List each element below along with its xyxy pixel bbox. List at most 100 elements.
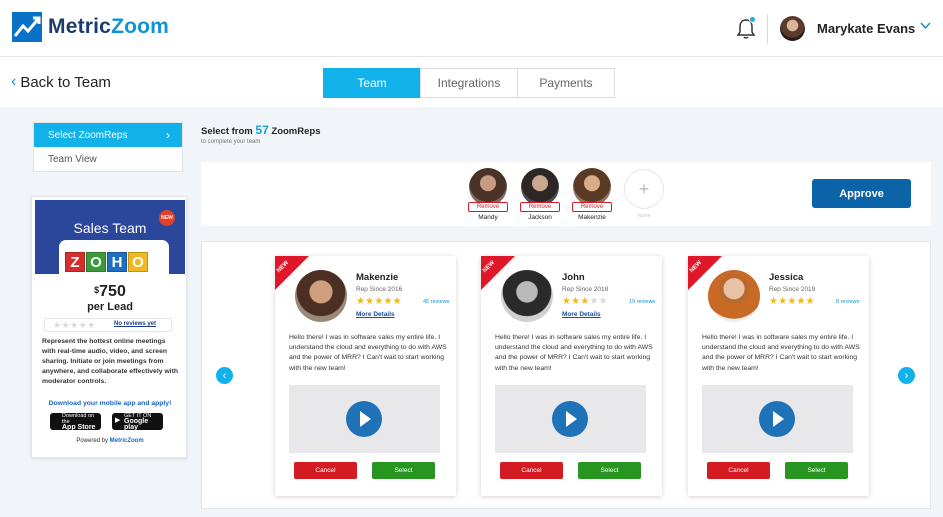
logo-letter: O [86, 252, 106, 272]
member-avatar [521, 168, 559, 206]
rating-stars-icon: ★★★★★ [356, 296, 402, 307]
google-play-label: Google play [124, 417, 149, 431]
review-count[interactable]: 19 reviews [629, 299, 655, 305]
carousel-prev-arrow-icon[interactable]: ‹ [216, 367, 233, 384]
per-lead-label: per Lead [87, 301, 133, 313]
select-button[interactable]: Select [578, 462, 641, 479]
sidebar-menu: Select ZoomReps › Team View [33, 122, 183, 172]
new-badge: NEW [159, 210, 175, 226]
powered-by: Powered by MetricZoom [76, 438, 144, 444]
team-member: Remove Jackson [517, 168, 563, 221]
play-icon[interactable] [552, 401, 588, 437]
team-member: Remove Mandy [465, 168, 511, 221]
brand-logo[interactable]: MetricZoom [12, 12, 169, 42]
download-cta[interactable]: Download your mobile app and apply! [32, 400, 188, 407]
brand-name: MetricZoom [48, 15, 170, 38]
approve-button[interactable]: Approve [812, 179, 911, 208]
rep-carousel: ‹ › NEW Makenzie Rep Since 2016 ★★★★★ 45… [201, 241, 931, 509]
rep-count: 57 [255, 123, 269, 137]
more-details-link[interactable]: More Details [562, 311, 601, 318]
logo-letter: H [107, 252, 127, 272]
tab-team[interactable]: Team [323, 68, 421, 98]
tab-payments[interactable]: Payments [517, 68, 615, 98]
rep-since: Rep Since 2019 [769, 286, 816, 293]
video-player[interactable] [289, 385, 440, 453]
member-name: Mandy [478, 214, 498, 221]
video-player[interactable] [702, 385, 853, 453]
rating-stars-icon: ★★★★★ [769, 296, 815, 307]
member-avatar [573, 168, 611, 206]
reviews-box: ★★★★★ No reviews yet [44, 318, 172, 332]
member-name: Makenzie [578, 214, 606, 221]
review-count[interactable]: 45 reviews [423, 299, 449, 305]
app-store-button[interactable]: Download on the App Store [50, 412, 101, 431]
cancel-button[interactable]: Cancel [294, 462, 357, 479]
logo-letter: O [128, 252, 148, 272]
chevron-left-icon: ‹ [11, 73, 17, 90]
rep-card: NEW John Rep Since 2018 ★★★★★ 19 reviews… [481, 256, 662, 496]
app-store-label: App Store [62, 423, 96, 431]
user-name[interactable]: Marykate Evans [817, 21, 915, 36]
plus-icon: + [638, 178, 650, 199]
user-avatar[interactable] [780, 16, 805, 41]
member-avatar [469, 168, 507, 206]
carousel-next-arrow-icon[interactable]: › [898, 367, 915, 384]
rep-name: Jessica [769, 272, 804, 283]
rep-since: Rep Since 2018 [562, 286, 609, 293]
no-reviews-link[interactable]: No reviews yet [114, 321, 156, 327]
rep-bio: Hello there! I was in software sales my … [289, 334, 447, 372]
rep-bio: Hello there! I was in software sales my … [495, 334, 653, 372]
rep-since: Rep Since 2016 [356, 286, 403, 293]
rep-card: NEW Makenzie Rep Since 2016 ★★★★★ 45 rev… [275, 256, 456, 496]
play-icon[interactable] [346, 401, 382, 437]
header-divider [767, 14, 768, 44]
cancel-button[interactable]: Cancel [707, 462, 770, 479]
video-player[interactable] [495, 385, 646, 453]
select-button[interactable]: Select [372, 462, 435, 479]
promo-description: Represent the hottest online meetings wi… [42, 338, 178, 385]
selected-team-bar: Remove Mandy Remove Jackson Remove Maken… [201, 162, 931, 226]
rep-photo [295, 270, 347, 322]
rep-bio: Hello there! I was in software sales my … [702, 334, 860, 372]
sub-navigation: ‹ Back to Team Team Integrations Payment… [0, 57, 943, 107]
cancel-button[interactable]: Cancel [500, 462, 563, 479]
select-button[interactable]: Select [785, 462, 848, 479]
chevron-down-icon[interactable] [920, 22, 931, 30]
google-play-button[interactable]: ▶ GET IT ON Google play [112, 413, 163, 431]
notification-dot [749, 16, 756, 23]
price: $750 [94, 283, 126, 300]
empty-stars-icon: ★★★★★ [53, 320, 96, 330]
member-name: Jackson [528, 214, 552, 221]
app-store-small: Download on the [62, 412, 95, 425]
remove-button[interactable]: Remove [572, 202, 612, 212]
rep-name: John [562, 272, 585, 283]
sidebar-item-select-zoomreps[interactable]: Select ZoomReps › [34, 123, 182, 147]
play-icon[interactable] [759, 401, 795, 437]
remove-button[interactable]: Remove [520, 202, 560, 212]
tab-bar: Team Integrations Payments [323, 68, 615, 98]
more-details-link[interactable]: More Details [356, 311, 395, 318]
rep-photo [708, 270, 760, 322]
back-label: Back to Team [20, 73, 111, 91]
sidebar-item-label: Team View [48, 153, 97, 165]
logo-letter: Z [65, 252, 85, 272]
logo-mark-icon [12, 12, 42, 42]
zoho-logo: Z O H O [65, 252, 149, 272]
rep-photo [501, 270, 553, 322]
powered-brand: MetricZoom [109, 438, 144, 444]
remove-button[interactable]: Remove [468, 202, 508, 212]
sales-team-promo-card: Sales Team NEW Z O H O $750 per Lead ★★★… [31, 196, 187, 458]
sidebar-item-label: Select ZoomReps [48, 129, 128, 141]
add-member-slot[interactable]: + [624, 169, 664, 209]
review-count[interactable]: 8 reviews [836, 299, 859, 305]
rep-card: NEW Jessica Rep Since 2019 ★★★★★ 8 revie… [688, 256, 869, 496]
select-title: Select from 57 ZoomReps [201, 123, 321, 137]
back-to-team-link[interactable]: ‹ Back to Team [11, 73, 111, 91]
rep-name: Makenzie [356, 272, 399, 283]
empty-slot-label: Name [637, 213, 651, 219]
select-subtitle: to complete your team [201, 139, 261, 145]
sidebar-item-team-view[interactable]: Team View [34, 147, 182, 171]
top-header: MetricZoom Marykate Evans [0, 0, 943, 57]
rating-stars-icon: ★★★★★ [562, 296, 608, 307]
tab-integrations[interactable]: Integrations [420, 68, 518, 98]
